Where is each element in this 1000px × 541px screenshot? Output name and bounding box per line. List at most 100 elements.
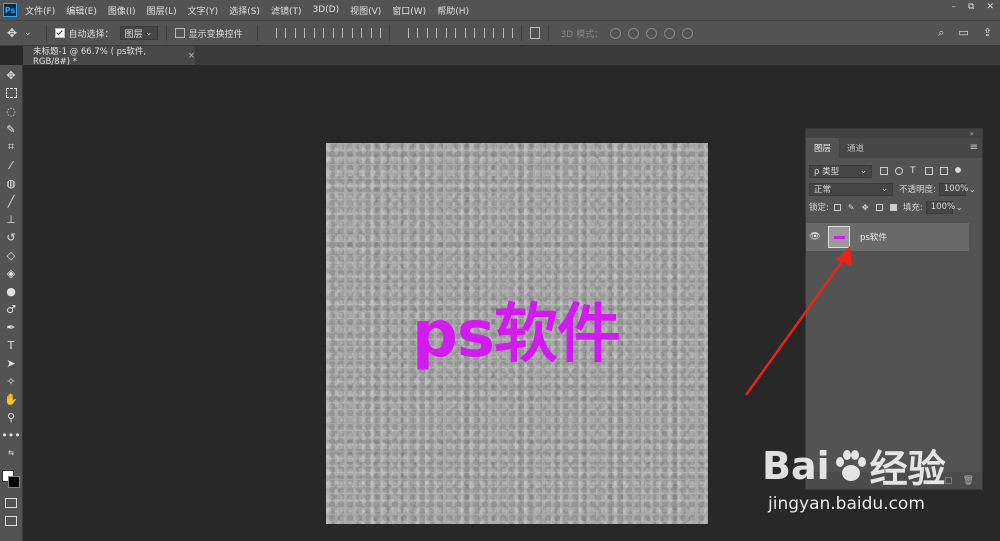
distribute-left-icon[interactable]	[464, 28, 475, 38]
workspace-icon[interactable]: ▭	[958, 26, 968, 40]
3d-mode-label: 3D 模式：	[560, 29, 604, 40]
hand-tool-icon[interactable]: ✋	[3, 391, 19, 407]
options-bar: ✥ ⌄ 自动选择： 图层 ⌄ 显示变换控件 3D 模式： ⌕ ▭ ⇪	[0, 20, 1000, 46]
document-canvas[interactable]: ps软件	[326, 143, 708, 524]
tool-preset-chevron-icon[interactable]: ⌄	[24, 28, 32, 38]
align-bottom-icon[interactable]	[370, 28, 381, 38]
move-tool-icon[interactable]: ✥	[0, 26, 24, 40]
opacity-field[interactable]: 100%	[938, 182, 968, 196]
paint-bucket-tool-icon[interactable]: ◈	[3, 265, 19, 281]
align-right-icon[interactable]	[313, 28, 324, 38]
tab-layers[interactable]: 图层	[806, 138, 840, 158]
close-tab-icon[interactable]: ×	[188, 51, 195, 61]
menu-filter[interactable]: 滤镜(T)	[271, 4, 302, 17]
swap-colors-icon[interactable]: ⇆	[3, 445, 19, 461]
clone-stamp-tool-icon[interactable]: ⊥	[3, 211, 19, 227]
blur-tool-icon[interactable]: ●	[3, 283, 19, 299]
zoom-tool-icon[interactable]: ⚲	[3, 409, 19, 425]
document-tab[interactable]: 未标题-1 @ 66.7% ( ps软件, RGB/8#) * ×	[23, 46, 195, 67]
custom-shape-tool-icon[interactable]: ✧	[3, 373, 19, 389]
lasso-tool-icon[interactable]: ◌	[3, 103, 19, 119]
quick-selection-tool-icon[interactable]: ✎	[3, 121, 19, 137]
history-brush-tool-icon[interactable]: ↺	[3, 229, 19, 245]
minimize-button[interactable]: –	[952, 2, 957, 12]
menu-file[interactable]: 文件(F)	[25, 4, 55, 17]
eraser-tool-icon[interactable]: ◇	[3, 247, 19, 263]
healing-brush-tool-icon[interactable]: ◍	[3, 175, 19, 191]
menu-edit[interactable]: 编辑(E)	[66, 4, 97, 17]
shape-filter-icon[interactable]	[925, 167, 933, 175]
menu-image[interactable]: 图像(I)	[108, 4, 136, 17]
paw-icon	[835, 449, 866, 481]
baidu-watermark: Bai 经验 jingyan.baidu.com	[762, 430, 992, 520]
show-transform-label: 显示变换控件	[188, 29, 243, 40]
filter-kind-value: ρ 类型	[814, 167, 840, 177]
menu-window[interactable]: 窗口(W)	[392, 4, 426, 17]
search-icon[interactable]: ⌕	[938, 26, 944, 40]
3d-slide-icon[interactable]	[664, 27, 676, 39]
distribute-bottom-icon[interactable]	[445, 28, 456, 38]
eyedropper-tool-icon[interactable]: ⁄	[3, 157, 19, 173]
auto-select-target-value: 图层	[124, 29, 143, 40]
distribute-top-icon[interactable]	[407, 28, 418, 38]
lock-transparent-icon[interactable]	[833, 203, 841, 211]
collapse-icon[interactable]: »	[970, 130, 974, 138]
quick-mask-icon[interactable]	[3, 495, 19, 511]
lock-artboard-icon[interactable]	[875, 203, 883, 211]
dodge-tool-icon[interactable]: ♂	[3, 301, 19, 317]
restore-button[interactable]: ⧉	[968, 2, 974, 12]
crop-tool-icon[interactable]: ⌗	[3, 139, 19, 155]
3d-scale-icon[interactable]	[682, 27, 694, 39]
lock-image-icon[interactable]: ✎	[848, 203, 855, 211]
distribute-hcenter-icon[interactable]	[483, 28, 494, 38]
type-tool-icon[interactable]: T	[3, 337, 19, 353]
share-icon[interactable]: ⇪	[983, 26, 992, 40]
layer-name[interactable]: ps软件	[860, 231, 887, 243]
smart-object-filter-icon[interactable]	[940, 167, 948, 175]
more-tools-icon[interactable]: •••	[1, 427, 20, 443]
filter-kind-dropdown[interactable]: ρ 类型 ⌄	[809, 164, 872, 178]
lock-position-icon[interactable]: ✥	[862, 203, 869, 211]
marquee-tool-icon[interactable]	[3, 85, 19, 101]
distribute-vcenter-icon[interactable]	[426, 28, 437, 38]
document-tab-bar: 未标题-1 @ 66.7% ( ps软件, RGB/8#) * ×	[23, 46, 1000, 67]
distribute-right-icon[interactable]	[502, 28, 513, 38]
fill-field[interactable]: 100%	[925, 200, 955, 214]
menu-3d[interactable]: 3D(D)	[312, 5, 339, 15]
3d-drag-icon[interactable]	[646, 27, 658, 39]
align-vcenter-icon[interactable]	[351, 28, 362, 38]
type-filter-icon[interactable]: T	[910, 167, 918, 176]
tab-channels[interactable]: 通道	[839, 138, 872, 158]
fill-chevron-icon[interactable]: ⌄	[956, 203, 963, 212]
align-hcenter-icon[interactable]	[294, 28, 305, 38]
path-selection-tool-icon[interactable]: ➤	[3, 355, 19, 371]
auto-align-icon[interactable]	[529, 27, 540, 39]
panel-collapse-bar[interactable]: »	[806, 129, 982, 138]
close-button[interactable]: ✕	[986, 2, 994, 12]
menu-select[interactable]: 选择(S)	[229, 4, 260, 17]
align-top-icon[interactable]	[332, 28, 343, 38]
background-color-swatch[interactable]	[8, 476, 20, 488]
opacity-chevron-icon[interactable]: ⌄	[969, 185, 976, 194]
lock-all-icon[interactable]	[889, 203, 897, 211]
filter-toggle-icon[interactable]	[955, 167, 961, 173]
align-left-icon[interactable]	[275, 28, 286, 38]
menu-type[interactable]: 文字(Y)	[188, 4, 219, 17]
3d-rotate-icon[interactable]	[610, 27, 622, 39]
menu-view[interactable]: 视图(V)	[350, 4, 381, 17]
screen-mode-icon[interactable]	[3, 513, 19, 529]
menu-bar: Ps 文件(F) 编辑(E) 图像(I) 图层(L) 文字(Y) 选择(S) 滤…	[0, 0, 1000, 20]
blend-mode-dropdown[interactable]: 正常 ⌄	[809, 182, 893, 196]
panel-menu-icon[interactable]: ≡	[970, 142, 978, 153]
brush-tool-icon[interactable]: ╱	[3, 193, 19, 209]
pixel-filter-icon[interactable]	[880, 167, 888, 175]
menu-layer[interactable]: 图层(L)	[147, 4, 177, 17]
menu-help[interactable]: 帮助(H)	[437, 4, 469, 17]
auto-select-target-dropdown[interactable]: 图层 ⌄	[119, 26, 158, 40]
3d-roll-icon[interactable]	[628, 27, 640, 39]
show-transform-checkbox[interactable]	[174, 28, 185, 38]
pen-tool-icon[interactable]: ✒	[3, 319, 19, 335]
auto-select-checkbox[interactable]	[54, 28, 65, 38]
move-tool-icon[interactable]: ✥	[3, 67, 19, 83]
adjustment-filter-icon[interactable]	[895, 167, 903, 175]
